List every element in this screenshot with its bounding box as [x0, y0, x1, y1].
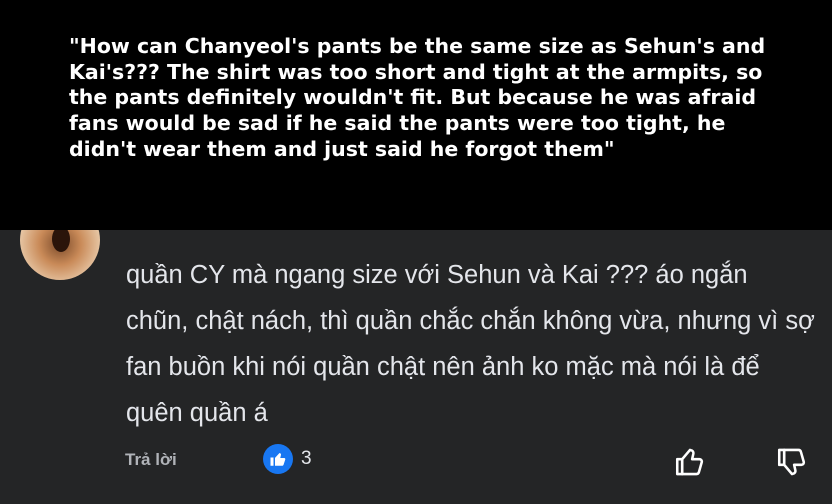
- comment-area: quần CY mà ngang size với Sehun và Kai ?…: [0, 200, 832, 504]
- translation-text: "How can Chanyeol's pants be the same si…: [69, 34, 766, 161]
- reaction-count: 3: [301, 448, 312, 469]
- thumbs-down-icon: [777, 448, 806, 476]
- like-icon: [263, 444, 293, 474]
- translation-overlay: "How can Chanyeol's pants be the same si…: [0, 0, 832, 230]
- thumbs-up-button[interactable]: [670, 442, 710, 482]
- reply-button[interactable]: Trả lời: [125, 450, 177, 470]
- reaction-summary[interactable]: 3: [263, 444, 312, 474]
- comment-text: quần CY mà ngang size với Sehun và Kai ?…: [126, 261, 815, 427]
- thumbs-down-button[interactable]: [772, 442, 812, 482]
- thumbs-up-icon: [675, 448, 704, 476]
- comment-actions: Trả lời 3: [0, 442, 832, 486]
